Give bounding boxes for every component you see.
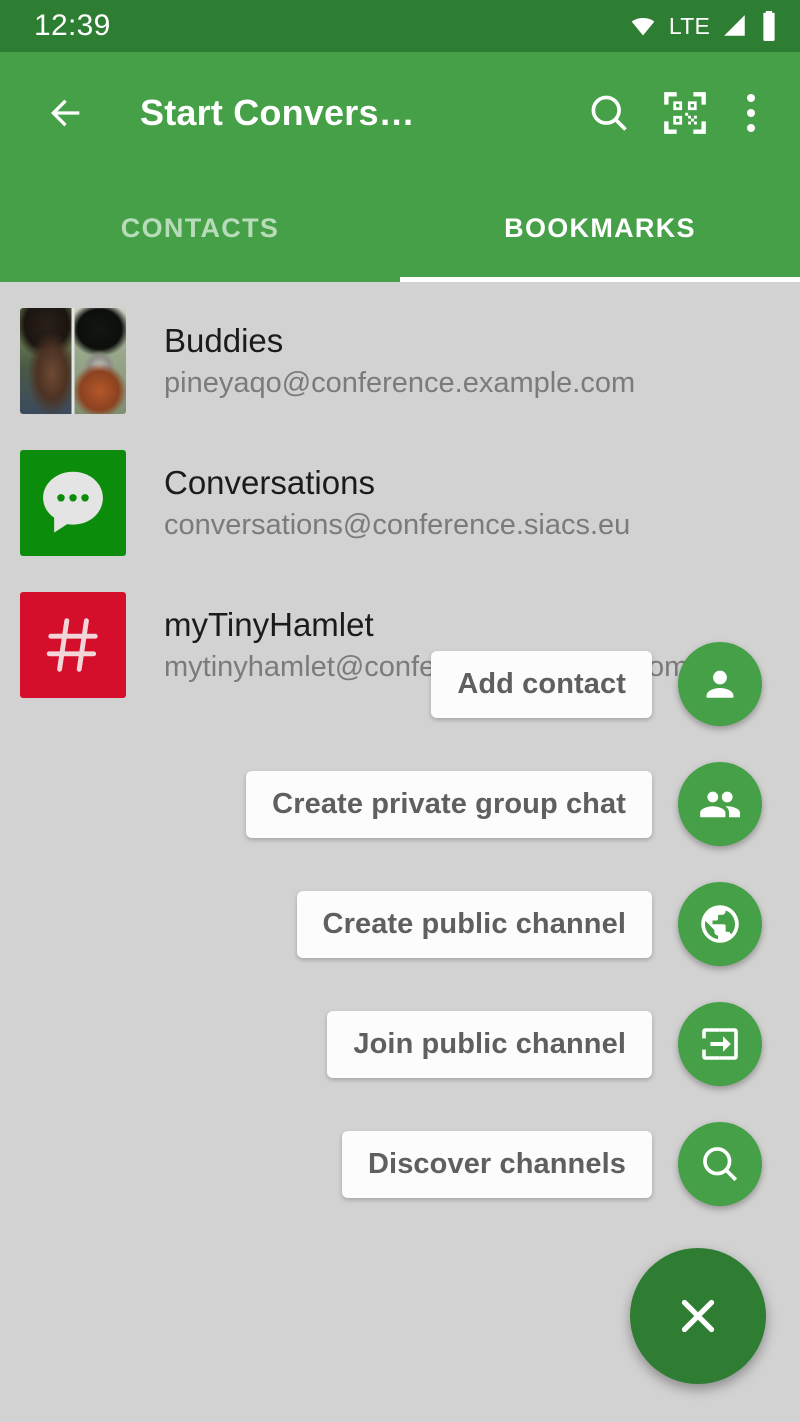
overflow-dot: [747, 94, 755, 102]
overflow-dot: [747, 124, 755, 132]
public-globe-icon[interactable]: [678, 882, 762, 966]
list-item[interactable]: Buddies pineyaqo@conference.example.com: [0, 290, 800, 432]
network-type-label: LTE: [668, 12, 710, 39]
page-title: Start Convers…: [140, 92, 415, 133]
wifi-icon: [628, 14, 658, 38]
signal-icon: [721, 13, 749, 39]
tab-contacts[interactable]: CONTACTS: [0, 174, 400, 282]
avatar: [20, 450, 126, 556]
overflow-dot: [747, 109, 755, 117]
overflow-menu-button[interactable]: [728, 84, 774, 142]
login-arrow-icon[interactable]: [678, 1002, 762, 1086]
conversations-logo-icon: [20, 450, 126, 556]
tab-contacts-label: CONTACTS: [120, 212, 280, 243]
search-button[interactable]: [580, 84, 638, 142]
speed-dial-action-create-private-group-chat[interactable]: Create private group chat: [246, 762, 762, 846]
scan-qr-button[interactable]: [656, 84, 714, 142]
speed-dial-label: Create private group chat: [246, 770, 652, 838]
list-item-name: Buddies: [164, 321, 284, 359]
close-speed-dial-button[interactable]: [630, 1248, 766, 1384]
speed-dial-action-discover-channels[interactable]: Discover channels: [342, 1122, 762, 1206]
battery-icon: [760, 11, 778, 41]
list-item-name: myTinyHamlet: [164, 605, 374, 643]
avatar: [20, 308, 126, 414]
group-icon[interactable]: [678, 762, 762, 846]
tab-bookmarks-label: BOOKMARKS: [504, 212, 696, 243]
status-bar: 12:39 LTE: [0, 0, 800, 52]
speed-dial-label: Create public channel: [296, 890, 652, 958]
status-clock: 12:39: [34, 9, 111, 42]
bookmarks-list-panel: Buddies pineyaqo@conference.example.com …: [0, 282, 800, 1422]
list-item[interactable]: Conversations conversations@conference.s…: [0, 432, 800, 574]
list-item-text: Buddies pineyaqo@conference.example.com: [164, 320, 635, 403]
avatar: [20, 592, 126, 698]
speed-dial-label: Join public channel: [327, 1010, 652, 1078]
tab-bar: CONTACTS BOOKMARKS: [0, 174, 800, 282]
back-button[interactable]: [38, 85, 94, 141]
speed-dial-label: Discover channels: [342, 1130, 652, 1198]
tab-bookmarks[interactable]: BOOKMARKS: [400, 174, 800, 282]
list-item-text: Conversations conversations@conference.s…: [164, 462, 630, 545]
speed-dial-action-create-public-channel[interactable]: Create public channel: [296, 882, 762, 966]
app-bar: Start Convers…: [0, 52, 800, 174]
speed-dial-action-add-contact[interactable]: Add contact: [431, 642, 762, 726]
list-item-name: Conversations: [164, 463, 375, 501]
list-item-jid: pineyaqo@conference.example.com: [164, 366, 636, 399]
speed-dial-action-join-public-channel[interactable]: Join public channel: [327, 1002, 762, 1086]
list-item-jid: conversations@conference.siacs.eu: [164, 508, 631, 541]
person-icon[interactable]: [678, 642, 762, 726]
status-icon-group: LTE: [628, 11, 778, 41]
hash-icon: [20, 592, 126, 698]
speed-dial-label: Add contact: [431, 650, 652, 718]
close-icon: [681, 1299, 715, 1333]
search-icon[interactable]: [678, 1122, 762, 1206]
